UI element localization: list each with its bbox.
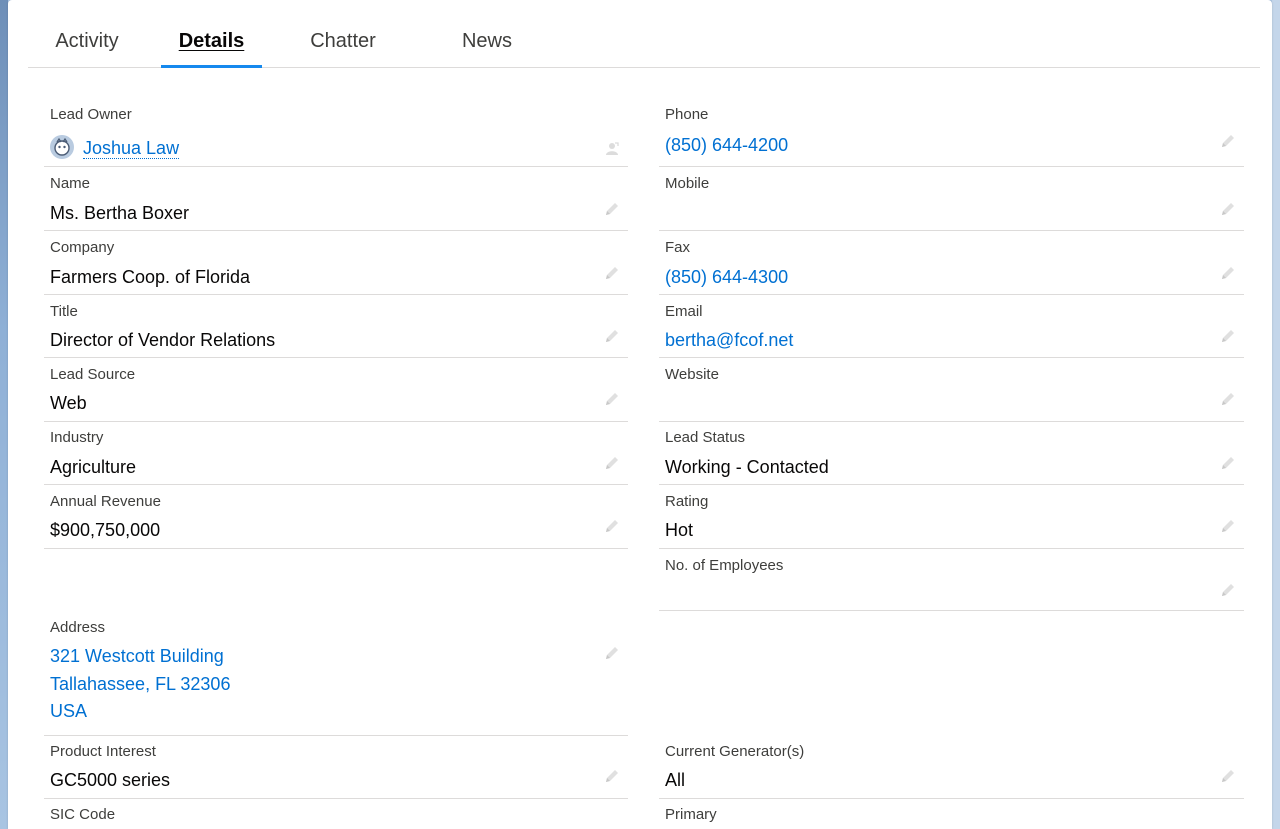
field-current-generators: Current Generator(s) All — [659, 736, 1244, 799]
field-value: Working - Contacted — [665, 457, 829, 477]
field-label: Current Generator(s) — [665, 743, 805, 760]
pencil-icon[interactable] — [603, 327, 621, 345]
field-label: Lead Source — [50, 366, 136, 383]
change-owner-icon[interactable] — [603, 140, 621, 158]
field-label: Phone — [665, 106, 709, 123]
field-label: Name — [50, 175, 91, 192]
field-label: Website — [665, 366, 719, 383]
lead-owner-link[interactable]: Joshua Law — [83, 135, 180, 162]
pencil-icon[interactable] — [1219, 264, 1237, 282]
field-value: GC5000 series — [50, 770, 171, 790]
email-link[interactable]: bertha@fcof.net — [665, 327, 793, 354]
background-strip-right — [1272, 0, 1280, 829]
pencil-icon[interactable] — [1219, 200, 1237, 218]
field-title: Title Director of Vendor Relations — [44, 295, 628, 358]
tab-activity[interactable]: Activity — [40, 0, 134, 67]
address-link[interactable]: 321 Westcott Building Tallahassee, FL 32… — [50, 643, 230, 726]
field-lead-owner: Lead Owner Joshua Law — [44, 100, 628, 167]
field-label: Rating — [665, 493, 709, 510]
user-avatar — [50, 135, 74, 159]
field-value: Farmers Coop. of Florida — [50, 267, 251, 287]
address-line: USA — [50, 701, 88, 721]
field-primary: Primary — [659, 799, 1244, 829]
field-label: SIC Code — [50, 806, 116, 823]
pencil-icon[interactable] — [1219, 581, 1237, 599]
pencil-icon[interactable] — [603, 517, 621, 535]
field-value: $900,750,000 — [50, 520, 161, 540]
field-name: Name Ms. Bertha Boxer — [44, 167, 628, 231]
field-annual-revenue: Annual Revenue $900,750,000 — [44, 485, 628, 549]
field-value: Web — [50, 393, 87, 413]
record-detail-card: Activity Details Chatter News Lead Owner… — [8, 0, 1272, 829]
field-value: All — [665, 770, 686, 790]
field-label: Product Interest — [50, 743, 156, 760]
field-value: Ms. Bertha Boxer — [50, 203, 190, 223]
field-label: Lead Owner — [50, 106, 132, 123]
pencil-icon[interactable] — [1219, 327, 1237, 345]
field-rating: Rating Hot — [659, 485, 1244, 549]
field-industry: Industry Agriculture — [44, 422, 628, 485]
address-line: 321 Westcott Building — [50, 646, 224, 666]
field-product-interest: Product Interest GC5000 series — [44, 736, 628, 799]
field-label: Address — [50, 619, 106, 636]
pencil-icon[interactable] — [1219, 454, 1237, 472]
field-company: Company Farmers Coop. of Florida — [44, 231, 628, 295]
tab-details[interactable]: Details — [161, 0, 262, 68]
pencil-icon[interactable] — [603, 767, 621, 785]
field-website: Website — [659, 358, 1244, 422]
field-label: No. of Employees — [665, 557, 784, 574]
pencil-icon[interactable] — [1219, 767, 1237, 785]
tab-bar: Activity Details Chatter News — [28, 0, 1260, 68]
pencil-icon[interactable] — [1219, 132, 1237, 150]
field-label: Fax — [665, 239, 691, 256]
pencil-icon[interactable] — [603, 454, 621, 472]
field-value: Director of Vendor Relations — [50, 330, 276, 350]
field-employees: No. of Employees — [659, 549, 1244, 611]
field-address: Address 321 Westcott Building Tallahasse… — [44, 611, 628, 736]
field-label: Annual Revenue — [50, 493, 161, 510]
field-fax: Fax (850) 644-4300 — [659, 231, 1244, 295]
phone-link[interactable]: (850) 644-4200 — [665, 132, 788, 159]
pencil-icon[interactable] — [603, 200, 621, 218]
address-line: Tallahassee, FL 32306 — [50, 673, 231, 694]
tab-chatter[interactable]: Chatter — [298, 0, 388, 67]
pencil-icon[interactable] — [603, 264, 621, 282]
field-sic-code: SIC Code — [44, 799, 628, 829]
field-lead-source: Lead Source Web — [44, 358, 628, 422]
field-value: Hot — [665, 520, 694, 540]
field-lead-status: Lead Status Working - Contacted — [659, 422, 1244, 485]
pencil-icon[interactable] — [1219, 517, 1237, 535]
field-label: Lead Status — [665, 429, 746, 446]
field-label: Mobile — [665, 175, 710, 192]
field-label: Company — [50, 239, 115, 256]
field-email: Email bertha@fcof.net — [659, 295, 1244, 358]
field-phone: Phone (850) 644-4200 — [659, 100, 1244, 167]
field-value: Agriculture — [50, 457, 137, 477]
background-strip-left — [0, 0, 8, 829]
pencil-icon[interactable] — [1219, 390, 1237, 408]
tab-news[interactable]: News — [436, 0, 538, 67]
pencil-icon[interactable] — [603, 390, 621, 408]
field-label: Title — [50, 303, 78, 320]
field-label: Industry — [50, 429, 104, 446]
field-label: Primary — [665, 806, 717, 823]
field-label: Email — [665, 303, 703, 320]
pencil-icon[interactable] — [603, 644, 621, 662]
fax-link[interactable]: (850) 644-4300 — [665, 264, 788, 291]
field-mobile: Mobile — [659, 167, 1244, 231]
